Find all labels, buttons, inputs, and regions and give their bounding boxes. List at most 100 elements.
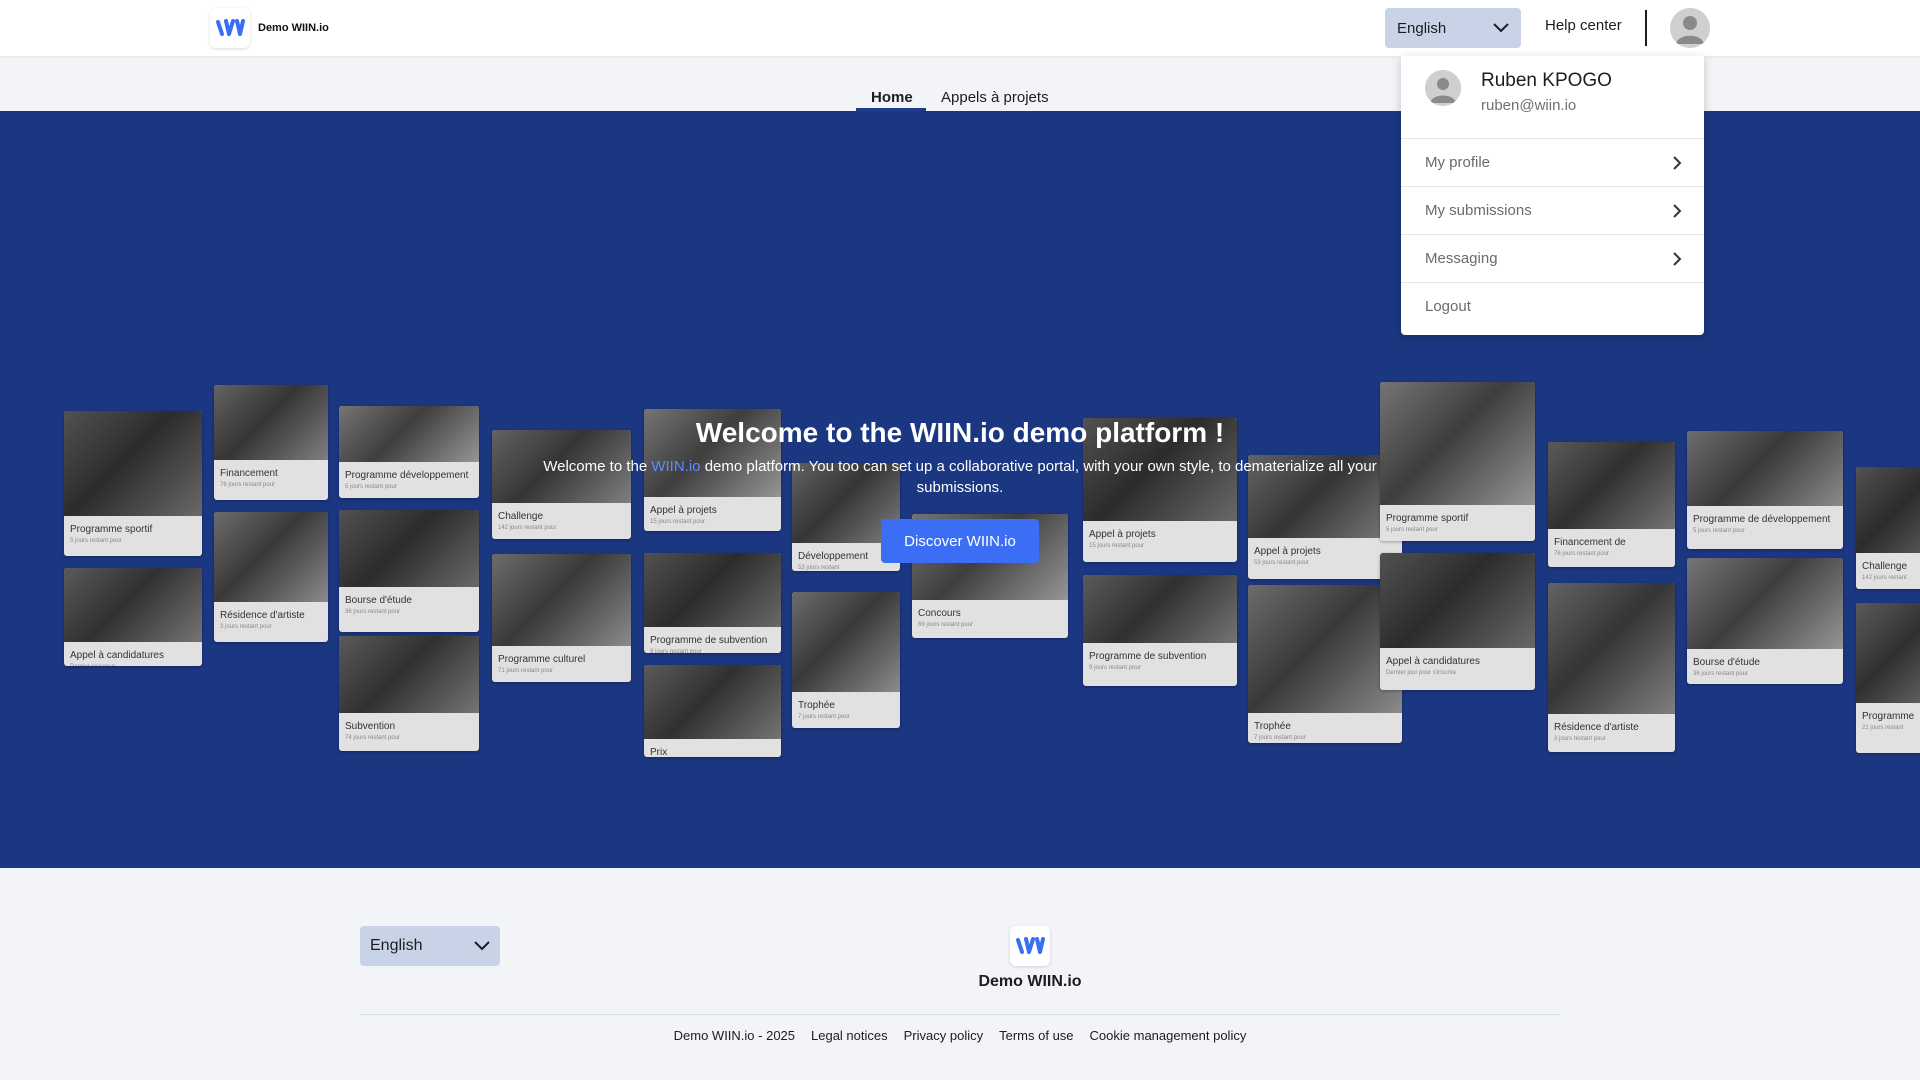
program-card-deadline: 36 jours restant pour bbox=[345, 609, 401, 615]
program-card-image bbox=[1687, 558, 1843, 649]
hero-subtitle: Welcome to the WIIN.io demo platform. Yo… bbox=[530, 456, 1390, 498]
program-card-title: Concours bbox=[918, 608, 961, 619]
program-card-title: Appel à projets bbox=[650, 505, 717, 516]
menu-item-label: My submissions bbox=[1425, 202, 1532, 219]
program-card-title: Programme développement bbox=[345, 470, 469, 481]
user-avatar-button[interactable] bbox=[1670, 8, 1710, 48]
program-card-title: Appel à candidatures bbox=[70, 650, 164, 661]
program-card[interactable]: Bourse d'étude 36 jours restant pour bbox=[339, 510, 479, 632]
footer-copyright: Demo WIIN.io - 2025 bbox=[673, 1028, 796, 1043]
program-card-image bbox=[1083, 575, 1237, 643]
program-card-deadline: 53 jours restant pour bbox=[1254, 560, 1310, 566]
program-card-deadline: 74 jours restant pour bbox=[345, 735, 401, 741]
program-card-title: Trophée bbox=[798, 700, 835, 711]
program-card[interactable]: Programme de subvention 9 jours restant p… bbox=[644, 553, 781, 653]
user-email: ruben@wiin.io bbox=[1481, 97, 1577, 114]
menu-item-label: Logout bbox=[1425, 298, 1471, 315]
program-card[interactable]: Programme de subvention 9 jours restant p… bbox=[1083, 575, 1237, 686]
menu-item-my-submissions[interactable]: My submissions bbox=[1401, 187, 1704, 235]
program-card-deadline: Dernier jour pour s'inscrire bbox=[1386, 670, 1457, 676]
program-card[interactable]: Programme sportif 5 jours restant pour bbox=[1380, 382, 1535, 541]
menu-item-label: Messaging bbox=[1425, 250, 1498, 267]
program-card-image bbox=[339, 510, 479, 587]
program-card-title: Programme culturel bbox=[498, 654, 586, 665]
footer-brand-name: Demo WIIN.io bbox=[978, 973, 1082, 990]
user-menu-header: Ruben KPOGO ruben@wiin.io bbox=[1401, 56, 1704, 139]
brand[interactable]: Demo WIIN.io bbox=[210, 8, 329, 48]
footer-link-privacy-policy[interactable]: Privacy policy bbox=[904, 1028, 983, 1043]
program-card-deadline: 69 jours restant pour bbox=[918, 622, 974, 628]
program-card-deadline: 36 jours restant pour bbox=[1693, 671, 1749, 677]
program-card-deadline: 15 jours restant pour bbox=[650, 519, 706, 525]
program-card-deadline: 5 jours restant pour bbox=[1693, 528, 1745, 534]
menu-item-messaging[interactable]: Messaging bbox=[1401, 235, 1704, 283]
chevron-down-icon bbox=[1493, 23, 1509, 33]
program-card[interactable]: Résidence d'artiste 3 jours restant pour bbox=[214, 512, 328, 642]
user-avatar-icon bbox=[1670, 8, 1710, 48]
program-card[interactable]: Trophée 7 jours restant pour bbox=[792, 592, 900, 728]
program-card-deadline: 5 jours restant pour bbox=[1386, 527, 1438, 533]
help-center-link[interactable]: Help center bbox=[1545, 17, 1622, 34]
footer-link-legal-notices[interactable]: Legal notices bbox=[811, 1028, 888, 1043]
program-card-image bbox=[1548, 583, 1675, 714]
program-card-image bbox=[644, 553, 781, 627]
program-card[interactable]: Programme culturel 71 jours restant pour bbox=[492, 554, 631, 682]
program-card-image bbox=[1248, 585, 1402, 713]
program-card[interactable]: Programme 21 jours restant bbox=[1856, 603, 1920, 753]
program-card-title: Programme bbox=[1862, 711, 1915, 722]
program-card[interactable]: Appel à candidatures Dernier jour pour s'… bbox=[1380, 553, 1535, 690]
program-card-title: Bourse d'étude bbox=[345, 595, 412, 606]
wiin-logo-icon bbox=[1010, 926, 1050, 966]
hero-subtitle-start: Welcome to the bbox=[543, 458, 652, 475]
program-card-image bbox=[1856, 603, 1920, 703]
user-avatar-icon bbox=[1425, 70, 1461, 106]
program-card[interactable]: Appel à candidatures Dernier jour pour bbox=[64, 568, 202, 666]
program-card-deadline: 3 jours restant pour bbox=[1554, 736, 1606, 742]
program-card-title: Trophée bbox=[1254, 721, 1291, 732]
menu-item-logout[interactable]: Logout bbox=[1401, 283, 1704, 331]
language-select[interactable]: English bbox=[1385, 8, 1521, 48]
program-card-image bbox=[214, 512, 328, 602]
chevron-right-icon bbox=[1673, 204, 1682, 218]
footer-link-terms-of-use[interactable]: Terms of use bbox=[999, 1028, 1073, 1043]
program-card[interactable]: Résidence d'artiste 3 jours restant pour bbox=[1548, 583, 1675, 752]
program-card-title: Appel à candidatures bbox=[1386, 656, 1480, 667]
program-card[interactable]: Bourse d'étude 36 jours restant pour bbox=[1687, 558, 1843, 684]
program-card-title: Programme de développement bbox=[1693, 514, 1831, 525]
program-card[interactable]: Subvention 74 jours restant pour bbox=[339, 636, 479, 751]
discover-wiin-button[interactable]: Discover WIIN.io bbox=[881, 519, 1039, 563]
tab-appels-a-projets[interactable]: Appels à projets bbox=[941, 89, 1049, 106]
hero-wiin-link[interactable]: WIIN.io bbox=[651, 458, 700, 475]
program-card[interactable]: Prix bbox=[644, 665, 781, 757]
program-card-image bbox=[64, 568, 202, 642]
chevron-right-icon bbox=[1673, 252, 1682, 266]
program-card-title: Appel à projets bbox=[1089, 529, 1156, 540]
program-card-title: Résidence d'artiste bbox=[1554, 722, 1639, 733]
program-card-title: Prix bbox=[650, 747, 668, 757]
program-card-deadline: 5 jours restant pour bbox=[345, 484, 397, 490]
footer-link-cookie-policy[interactable]: Cookie management policy bbox=[1090, 1028, 1247, 1043]
chevron-right-icon bbox=[1673, 156, 1682, 170]
program-card-title: Programme de subvention bbox=[1089, 651, 1207, 662]
program-card-deadline: 142 jours restant bbox=[1862, 575, 1907, 581]
tab-home[interactable]: Home bbox=[871, 89, 913, 106]
program-card[interactable]: Financement de 76 jours restant pour bbox=[1548, 442, 1675, 567]
program-card-image bbox=[1856, 467, 1920, 553]
program-card-deadline: Dernier jour pour bbox=[70, 664, 115, 666]
footer-links: Demo WIIN.io - 2025 Legal notices Privac… bbox=[0, 1028, 1920, 1043]
program-card-image bbox=[644, 665, 781, 739]
program-card[interactable]: Trophée 7 jours restant pour bbox=[1248, 585, 1402, 743]
program-card-deadline: 9 jours restant pour bbox=[1089, 665, 1141, 671]
program-card-deadline: 7 jours restant pour bbox=[798, 714, 850, 720]
program-card[interactable]: Challenge 142 jours restant bbox=[1856, 467, 1920, 589]
program-card-deadline: 5 jours restant pour bbox=[70, 538, 122, 544]
chevron-down-icon bbox=[474, 941, 490, 951]
menu-item-label: My profile bbox=[1425, 154, 1491, 171]
menu-item-my-profile[interactable]: My profile bbox=[1401, 139, 1704, 187]
program-card-image bbox=[1380, 553, 1535, 648]
program-card-title: Bourse d'étude bbox=[1693, 657, 1760, 668]
program-card-title: Challenge bbox=[498, 511, 544, 522]
wiin-logo-icon bbox=[210, 8, 250, 48]
program-card-deadline: 7 jours restant pour bbox=[1254, 735, 1306, 741]
footer-language-select[interactable]: English bbox=[360, 926, 500, 966]
